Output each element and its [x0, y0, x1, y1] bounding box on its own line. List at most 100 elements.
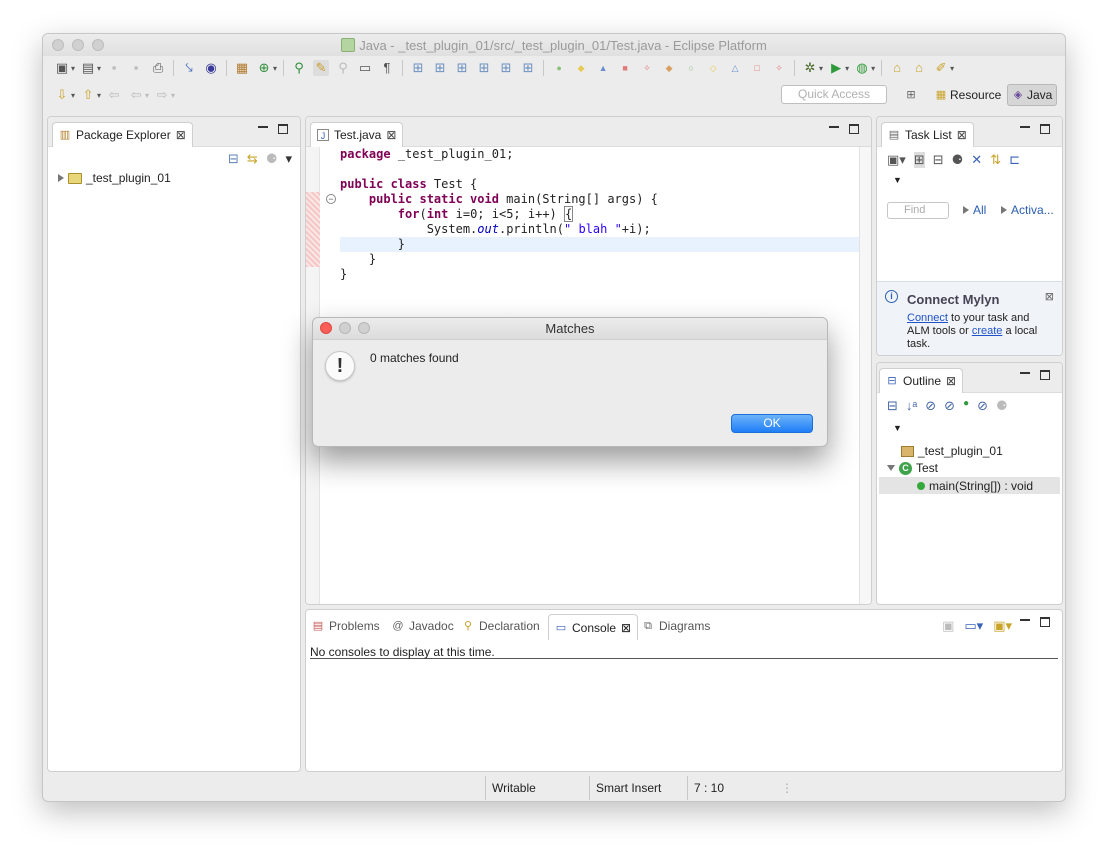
- code-area[interactable]: package _test_plugin_01; public class Te…: [340, 147, 859, 282]
- show-whitespace-icon[interactable]: ¶: [379, 60, 395, 76]
- back-icon[interactable]: ⇦: [128, 87, 144, 103]
- pencil-icon[interactable]: ✐: [933, 60, 949, 76]
- close-icon[interactable]: ⊠: [386, 128, 396, 142]
- hide-local-icon[interactable]: ⊘: [977, 398, 988, 414]
- display-console-icon[interactable]: ▭▾: [964, 618, 983, 634]
- maximize-icon[interactable]: [849, 124, 859, 134]
- dot-green-icon[interactable]: ●: [551, 60, 567, 76]
- new-class-dropdown-icon[interactable]: ▾: [273, 64, 277, 73]
- tab-diagrams[interactable]: ⧉ Diagrams: [642, 619, 710, 633]
- open-type-icon[interactable]: ⚲: [291, 60, 307, 76]
- print-icon[interactable]: ⎙: [150, 60, 166, 76]
- open-folder-icon[interactable]: ⌂: [889, 60, 905, 76]
- view-menu-icon[interactable]: ▼: [893, 175, 902, 185]
- back-dropdown-icon[interactable]: ▾: [145, 91, 149, 100]
- new-dropdown-icon[interactable]: ▾: [71, 64, 75, 73]
- save-icon[interactable]: ▪: [106, 60, 122, 76]
- quick-access-input[interactable]: Quick Access: [781, 85, 887, 104]
- collapse-all-icon[interactable]: ⊟: [228, 151, 239, 167]
- maximize-icon[interactable]: [1040, 370, 1050, 380]
- tab-package-explorer[interactable]: ▥ Package Explorer ⊠: [52, 122, 193, 147]
- new-task-icon[interactable]: ▣▾: [887, 152, 906, 168]
- view-menu-icon[interactable]: ▾: [285, 151, 292, 167]
- link-with-editor-icon[interactable]: ⇆: [247, 151, 258, 167]
- editor-scrollbar[interactable]: [859, 147, 871, 604]
- static-red-icon[interactable]: ✧: [639, 60, 655, 76]
- next-annotation-dropdown-icon[interactable]: ▾: [71, 91, 75, 100]
- tab-problems[interactable]: ▤ Problems: [312, 619, 380, 633]
- pin-console-icon[interactable]: ▣: [942, 618, 954, 634]
- perspective-java[interactable]: ◈ Java: [1007, 84, 1058, 106]
- diamond-orange-icon[interactable]: ◆: [661, 60, 677, 76]
- external-tools-icon[interactable]: ◍: [854, 60, 870, 76]
- maximize-icon[interactable]: [278, 124, 288, 134]
- dialog-close-button[interactable]: [320, 322, 332, 334]
- minimize-icon[interactable]: [1020, 619, 1030, 629]
- hide-nonpublic-icon[interactable]: ●: [963, 398, 969, 414]
- debug-perspective-icon[interactable]: ◉: [203, 60, 219, 76]
- hide-static-icon[interactable]: ⊘: [944, 398, 955, 414]
- hide-fields-icon[interactable]: ⊘: [925, 398, 936, 414]
- new-package-icon[interactable]: ▦: [234, 60, 250, 76]
- outline-item-package[interactable]: _test_plugin_01: [901, 444, 1003, 458]
- pencil-dropdown-icon[interactable]: ▾: [950, 64, 954, 73]
- diagram-icon-4[interactable]: ⊞: [476, 60, 492, 76]
- run-icon[interactable]: ▶: [828, 60, 844, 76]
- search-icon[interactable]: ⚲: [335, 60, 351, 76]
- save-all-icon[interactable]: ▪: [128, 60, 144, 76]
- outline-item-method[interactable]: main(String[]) : void: [879, 477, 1060, 494]
- categorized-icon[interactable]: ⊞: [913, 152, 925, 168]
- diagram-icon-3[interactable]: ⊞: [454, 60, 470, 76]
- filter-activate[interactable]: Activa...: [1001, 203, 1054, 217]
- tab-outline[interactable]: ⊟ Outline ⊠: [879, 368, 964, 393]
- maximize-icon[interactable]: [1040, 124, 1050, 134]
- open-console-icon[interactable]: ▣▾: [993, 618, 1012, 634]
- last-edit-icon[interactable]: ⇦: [106, 87, 122, 103]
- diamond-outline-icon[interactable]: ◇: [705, 60, 721, 76]
- new-class-icon[interactable]: ⊕: [256, 60, 272, 76]
- external-tools-dropdown-icon[interactable]: ▾: [871, 64, 875, 73]
- focus-icon[interactable]: ⚈: [952, 152, 964, 168]
- static-outline-icon[interactable]: ✧: [771, 60, 787, 76]
- toggle-block-icon[interactable]: ▭: [357, 60, 373, 76]
- zoom-window-button[interactable]: [92, 39, 104, 51]
- square-red-icon[interactable]: ■: [617, 60, 633, 76]
- create-link[interactable]: create: [972, 325, 1003, 337]
- sync-icon[interactable]: ⇅: [990, 152, 1001, 168]
- fold-toggle-icon[interactable]: −: [326, 194, 336, 204]
- close-icon[interactable]: ⊠: [1045, 290, 1054, 303]
- collapse-arrow-icon[interactable]: [887, 465, 895, 471]
- diagram-icon-5[interactable]: ⊞: [498, 60, 514, 76]
- connect-link[interactable]: Connect: [907, 312, 948, 324]
- new-icon[interactable]: ▣: [54, 60, 70, 76]
- outline-item-class[interactable]: C Test: [887, 461, 938, 475]
- ok-button[interactable]: OK: [731, 414, 813, 433]
- close-window-button[interactable]: [52, 39, 64, 51]
- new-java-dropdown-icon[interactable]: ▾: [97, 64, 101, 73]
- diamond-yellow-icon[interactable]: ◆: [573, 60, 589, 76]
- diagram-icon-2[interactable]: ⊞: [432, 60, 448, 76]
- previous-annotation-dropdown-icon[interactable]: ▾: [97, 91, 101, 100]
- collapse-icon[interactable]: ✕: [971, 152, 982, 168]
- maximize-icon[interactable]: [1040, 617, 1050, 627]
- open-perspective-button[interactable]: ⊞: [905, 84, 917, 106]
- edit-icon[interactable]: ✎: [313, 60, 330, 76]
- diagram-icon-1[interactable]: ⊞: [410, 60, 426, 76]
- minimize-icon[interactable]: [829, 126, 839, 136]
- open-folder-icon-2[interactable]: ⌂: [911, 60, 927, 76]
- tab-task-list[interactable]: ▤ Task List ⊠: [881, 122, 974, 147]
- minimize-icon[interactable]: [1020, 372, 1030, 382]
- next-annotation-icon[interactable]: ⇩: [54, 87, 70, 103]
- tab-test-java[interactable]: J Test.java ⊠: [310, 122, 404, 147]
- scheduled-icon[interactable]: ⊟: [933, 152, 944, 168]
- close-icon[interactable]: ⊠: [176, 128, 186, 142]
- tree-item-project[interactable]: _test_plugin_01: [58, 171, 171, 185]
- view-menu-icon[interactable]: ▼: [893, 423, 902, 433]
- debug-icon[interactable]: ✲: [802, 60, 818, 76]
- sort-icon[interactable]: ↓ᵃ: [906, 398, 917, 414]
- filter-all[interactable]: All: [963, 203, 986, 217]
- find-input[interactable]: Find: [887, 202, 949, 219]
- tab-javadoc[interactable]: @ Javadoc: [392, 619, 453, 633]
- square-outline-icon[interactable]: □: [749, 60, 765, 76]
- previous-annotation-icon[interactable]: ⇧: [80, 87, 96, 103]
